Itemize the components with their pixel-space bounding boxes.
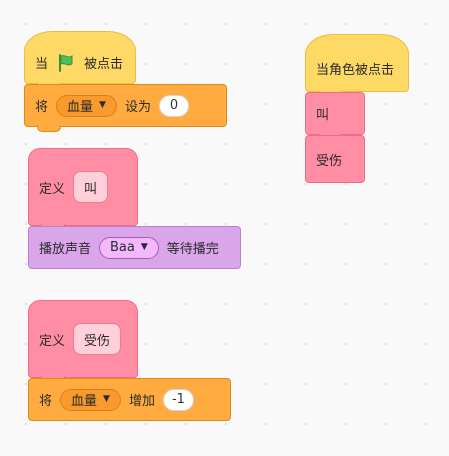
call-block-shoushang[interactable]: 受伤 — [305, 135, 365, 183]
caret-down-icon: ▼ — [99, 100, 106, 110]
set-variable-block[interactable]: 将 血量 ▼ 设为 0 — [24, 84, 227, 132]
when-sprite-clicked-block[interactable]: 当角色被点击 — [305, 34, 409, 97]
when-sprite-clicked-label: 当角色被点击 — [316, 62, 395, 78]
when-flag-clicked-block[interactable]: 当 被点击 — [24, 31, 136, 89]
call-block-label: 受伤 — [316, 153, 343, 169]
call-block-jiao[interactable]: 叫 — [305, 92, 365, 140]
caret-down-icon: ▼ — [140, 242, 148, 252]
when-label: 当 — [35, 57, 49, 72]
value-input[interactable]: 0 — [158, 94, 189, 117]
variable-dropdown-label: 血量 — [71, 394, 98, 409]
define-block-shoushang[interactable]: 定义 受伤 — [28, 300, 138, 383]
set-to-label: 设为 — [124, 100, 151, 115]
sound-dropdown[interactable]: Baa ▼ — [99, 236, 159, 259]
change-by-label: 增加 — [128, 394, 155, 409]
sound-dropdown-label: Baa — [110, 240, 135, 255]
wait-until-done-label: 等待播完 — [166, 242, 219, 257]
play-sound-label: 播放声音 — [39, 242, 92, 257]
define-label: 定义 — [39, 181, 66, 197]
variable-dropdown-label: 血量 — [67, 100, 94, 115]
define-label: 定义 — [39, 333, 66, 349]
custom-block-prototype[interactable]: 叫 — [73, 171, 109, 203]
change-variable-block[interactable]: 将 血量 ▼ 增加 -1 — [28, 378, 231, 421]
clicked-label: 被点击 — [84, 57, 124, 72]
variable-dropdown[interactable]: 血量 ▼ — [60, 388, 121, 411]
change-prefix-label: 将 — [39, 394, 53, 409]
caret-down-icon: ▼ — [103, 394, 110, 404]
green-flag-icon — [59, 53, 73, 72]
custom-block-prototype[interactable]: 受伤 — [73, 323, 122, 355]
play-sound-until-done-block[interactable]: 播放声音 Baa ▼ 等待播完 — [28, 226, 241, 269]
define-block-jiao[interactable]: 定义 叫 — [28, 148, 138, 231]
value-input[interactable]: -1 — [162, 388, 194, 411]
variable-dropdown[interactable]: 血量 ▼ — [56, 94, 117, 117]
set-prefix-label: 将 — [35, 100, 49, 115]
call-block-label: 叫 — [316, 108, 330, 123]
